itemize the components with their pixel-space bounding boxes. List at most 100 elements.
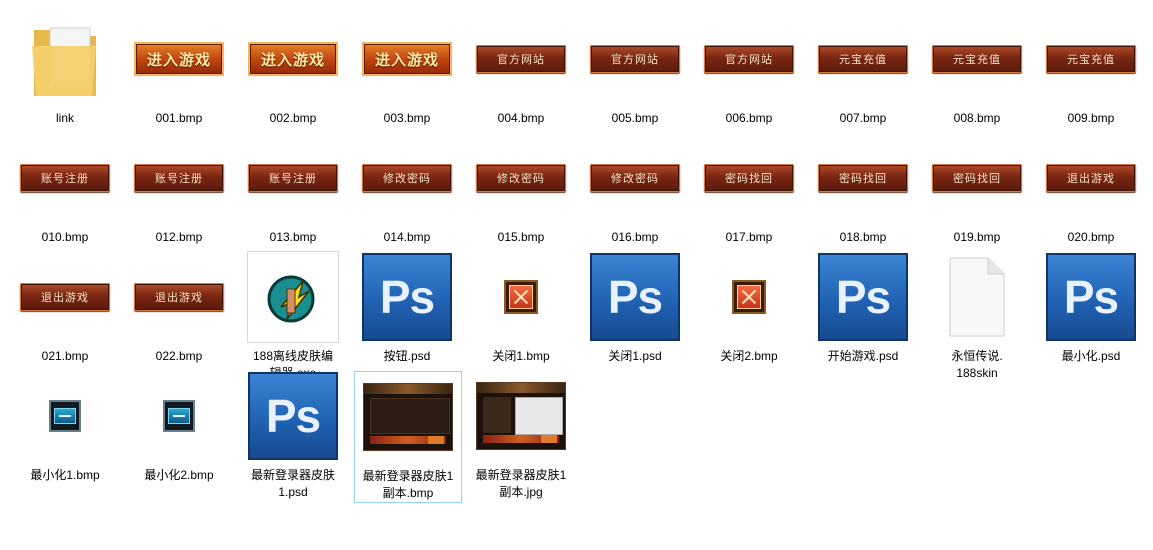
button-image-icon: 密码找回 [924, 133, 1030, 223]
file-name-label: 按钮.psd [383, 349, 431, 363]
folder-icon [12, 14, 118, 104]
button-caption: 密码找回 [818, 164, 908, 192]
file-item[interactable]: 188离线皮肤编 辑器.exe [240, 251, 346, 382]
file-item[interactable]: 账号注册 012.bmp [126, 133, 232, 246]
file-item[interactable]: 最新登录器皮肤1 副本.bmp [354, 371, 462, 503]
file-name-label: 开始游戏.psd [827, 349, 899, 363]
skin-editor-app-icon [240, 251, 346, 343]
button-image-icon: 账号注册 [126, 133, 232, 223]
file-item[interactable]: 最小化1.bmp [12, 371, 118, 484]
file-item[interactable]: 密码找回 018.bmp [810, 133, 916, 246]
file-item[interactable]: Ps 开始游戏.psd [810, 252, 916, 365]
file-item[interactable]: 修改密码 014.bmp [354, 133, 460, 246]
photoshop-logo-text: Ps [248, 372, 338, 460]
file-name-label: 最小化1.bmp [30, 468, 100, 482]
photoshop-logo-text: Ps [818, 253, 908, 341]
button-image-icon: 密码找回 [810, 133, 916, 223]
button-caption: 修改密码 [476, 164, 566, 192]
file-name-label: link [55, 111, 74, 125]
button-image-icon: 账号注册 [240, 133, 346, 223]
file-name-label: 003.bmp [383, 111, 431, 125]
file-item[interactable]: 进入游戏 002.bmp [240, 14, 346, 127]
file-name-label: 最新登录器皮肤1 副本.jpg [475, 468, 567, 499]
file-item[interactable]: 最新登录器皮肤1 副本.jpg [468, 371, 574, 501]
file-name-label: 007.bmp [839, 111, 887, 125]
button-caption: 进入游戏 [362, 42, 452, 76]
photoshop-logo-text: Ps [362, 253, 452, 341]
button-image-icon: 进入游戏 [126, 14, 232, 104]
file-item[interactable]: 退出游戏 020.bmp [1038, 133, 1144, 246]
file-name-label: 关闭1.psd [608, 349, 662, 363]
file-item[interactable]: 修改密码 016.bmp [582, 133, 688, 246]
button-image-icon: 密码找回 [696, 133, 802, 223]
file-item[interactable]: 进入游戏 003.bmp [354, 14, 460, 127]
minimize-button-image-icon [126, 371, 232, 461]
button-image-icon: 退出游戏 [12, 252, 118, 342]
button-image-icon: 官方网站 [696, 14, 802, 104]
file-item[interactable]: 进入游戏 001.bmp [126, 14, 232, 127]
file-item[interactable]: 退出游戏 021.bmp [12, 252, 118, 365]
file-item[interactable]: 官方网站 005.bmp [582, 14, 688, 127]
file-item[interactable]: 最小化2.bmp [126, 371, 232, 484]
file-item[interactable]: 元宝充值 009.bmp [1038, 14, 1144, 127]
file-name-label: 最小化.psd [1061, 349, 1121, 363]
file-name-label: 020.bmp [1067, 230, 1115, 244]
file-item[interactable]: 元宝充值 008.bmp [924, 14, 1030, 127]
button-caption: 密码找回 [704, 164, 794, 192]
file-item[interactable]: 关闭1.bmp [468, 252, 574, 365]
button-image-icon: 进入游戏 [354, 14, 460, 104]
file-item[interactable]: Ps 最小化.psd [1038, 252, 1144, 365]
file-name-label: 013.bmp [269, 230, 317, 244]
file-name-label: 最小化2.bmp [144, 468, 214, 482]
minimize-button-image-icon [12, 371, 118, 461]
file-item[interactable]: 关闭2.bmp [696, 252, 802, 365]
file-name-label: 005.bmp [611, 111, 659, 125]
button-caption: 官方网站 [476, 45, 566, 73]
file-item[interactable]: 账号注册 010.bmp [12, 133, 118, 246]
file-item[interactable]: 退出游戏 022.bmp [126, 252, 232, 365]
close-button-image-icon [468, 252, 574, 342]
button-image-icon: 元宝充值 [924, 14, 1030, 104]
file-name-label: 018.bmp [839, 230, 887, 244]
file-item[interactable]: 密码找回 017.bmp [696, 133, 802, 246]
file-name-label: 关闭2.bmp [720, 349, 778, 363]
file-name-label: 022.bmp [155, 349, 203, 363]
file-item[interactable]: 官方网站 006.bmp [696, 14, 802, 127]
file-item[interactable]: link [12, 14, 118, 127]
file-name-label: 021.bmp [41, 349, 89, 363]
file-item[interactable]: Ps 关闭1.psd [582, 252, 688, 365]
file-item[interactable]: Ps 最新登录器皮肤 1.psd [240, 371, 346, 501]
photoshop-logo-text: Ps [590, 253, 680, 341]
button-image-icon: 账号注册 [12, 133, 118, 223]
file-item[interactable]: 元宝充值 007.bmp [810, 14, 916, 127]
button-caption: 元宝充值 [818, 45, 908, 73]
file-item[interactable]: 账号注册 013.bmp [240, 133, 346, 246]
button-caption: 退出游戏 [134, 283, 224, 311]
file-item[interactable]: Ps 按钮.psd [354, 252, 460, 365]
file-name-label: 010.bmp [41, 230, 89, 244]
launcher-skin-thumbnail-icon [468, 371, 574, 461]
file-item[interactable]: 密码找回 019.bmp [924, 133, 1030, 246]
button-caption: 官方网站 [704, 45, 794, 73]
file-name-label: 关闭1.bmp [492, 349, 550, 363]
file-name-label: 008.bmp [953, 111, 1001, 125]
button-caption: 官方网站 [590, 45, 680, 73]
file-name-label: 永恒传说. 188skin [951, 349, 1003, 380]
button-caption: 进入游戏 [248, 42, 338, 76]
file-name-label: 012.bmp [155, 230, 203, 244]
button-image-icon: 修改密码 [582, 133, 688, 223]
button-caption: 元宝充值 [1046, 45, 1136, 73]
photoshop-icon: Ps [810, 252, 916, 342]
button-caption: 修改密码 [362, 164, 452, 192]
button-image-icon: 官方网站 [468, 14, 574, 104]
photoshop-icon: Ps [582, 252, 688, 342]
button-caption: 进入游戏 [134, 42, 224, 76]
file-name-label: 002.bmp [269, 111, 317, 125]
file-name-label: 006.bmp [725, 111, 773, 125]
file-item[interactable]: 修改密码 015.bmp [468, 133, 574, 246]
photoshop-icon: Ps [354, 252, 460, 342]
blank-file-icon [924, 252, 1030, 342]
file-item[interactable]: 官方网站 004.bmp [468, 14, 574, 127]
button-image-icon: 退出游戏 [126, 252, 232, 342]
file-item[interactable]: 永恒传说. 188skin [924, 252, 1030, 382]
